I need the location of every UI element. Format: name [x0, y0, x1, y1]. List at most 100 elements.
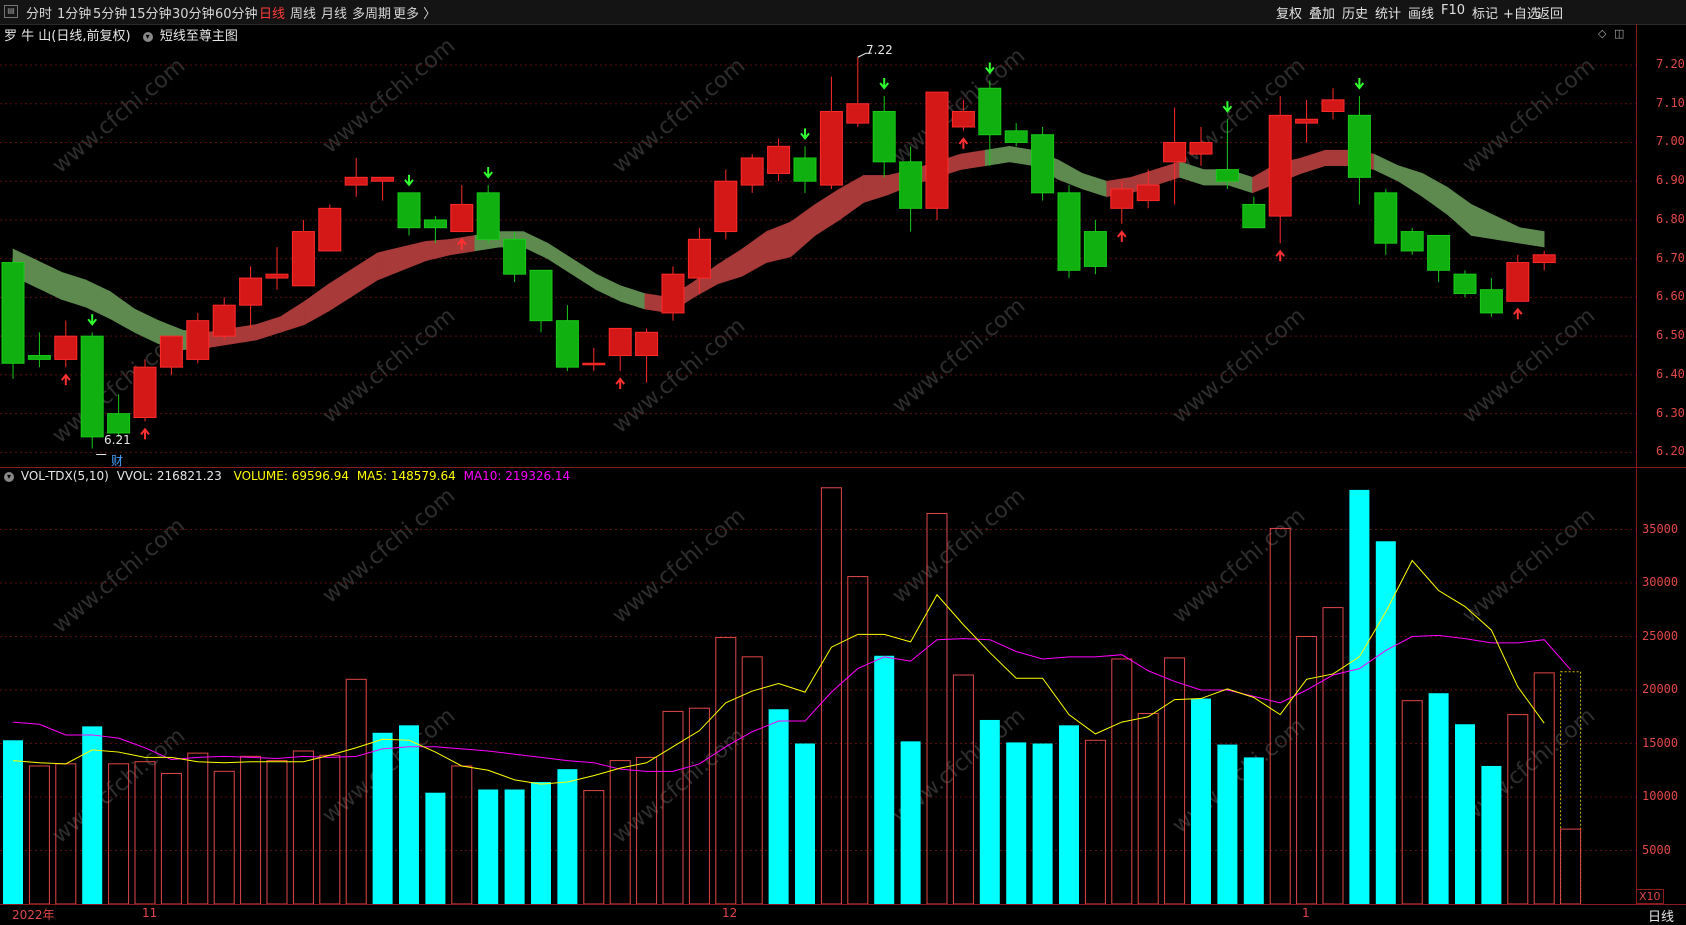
candle-body	[1057, 192, 1081, 271]
period-toolbar: ▤ 分时 1分钟 5分钟 15分钟 30分钟 60分钟 日线 周线 月线 多周期…	[0, 0, 1686, 25]
date-label-nov: 11	[142, 906, 158, 920]
period-tab-15min[interactable]: 15分钟	[129, 3, 172, 22]
draw-line-button[interactable]: 画线	[1408, 3, 1434, 22]
watermark-text: www.cfchi.com	[318, 33, 460, 158]
mark-button[interactable]: 标记	[1472, 3, 1498, 22]
trend-band-segment	[401, 240, 427, 271]
volume-bar-down	[1481, 765, 1502, 904]
candle-body	[239, 277, 263, 306]
candle	[265, 247, 289, 290]
candle-body	[793, 157, 817, 182]
candle	[740, 154, 764, 193]
buy-arrow-icon	[1275, 249, 1285, 262]
buy-arrow-icon	[958, 137, 969, 149]
period-tab-multi[interactable]: 多周期	[352, 3, 391, 22]
add-watchlist-button[interactable]: +自选	[1503, 3, 1540, 22]
candle-body	[133, 366, 157, 419]
volume-bar-up	[1084, 739, 1106, 904]
period-tab-60min[interactable]: 60分钟	[215, 3, 258, 22]
period-tab-timeshare[interactable]: 分时	[26, 3, 52, 22]
candle-body	[1215, 169, 1239, 182]
price-axis-label: 6.50	[1656, 328, 1685, 343]
period-indicator[interactable]: 日线	[1648, 906, 1674, 925]
volume-bar-up	[715, 637, 737, 904]
chart-canvas[interactable]: www.cfchi.com www.cfchi.com www.cfchi.com w…	[0, 24, 1636, 904]
volume-bar-up	[1137, 713, 1159, 904]
candle-body	[872, 110, 896, 163]
candle	[159, 335, 183, 375]
back-button[interactable]: 返回	[1537, 3, 1563, 22]
candle-body	[1321, 99, 1345, 112]
trend-band-segment	[1057, 159, 1083, 190]
period-tab-monthly[interactable]: 月线	[321, 3, 347, 22]
volume-bar-down	[1059, 725, 1079, 904]
volume-bar-down	[1217, 744, 1238, 904]
period-tab-5min[interactable]: 5分钟	[93, 3, 127, 22]
period-tab-daily[interactable]: 日线	[259, 3, 285, 22]
candle	[212, 297, 236, 341]
stats-button[interactable]: 统计	[1375, 3, 1401, 22]
adjust-button[interactable]: 复权	[1276, 3, 1302, 22]
trend-band-segment	[523, 231, 549, 260]
trend-band-segment	[134, 308, 160, 345]
low-price-label: 6.21	[104, 433, 131, 447]
volume-bar-up	[451, 765, 473, 904]
candle	[1374, 188, 1398, 255]
watermark-text: www.cfchi.com	[608, 723, 750, 848]
volume-bar-up	[319, 754, 341, 904]
trend-band-segment	[61, 271, 87, 308]
history-button[interactable]: 历史	[1342, 3, 1368, 22]
period-tab-30min[interactable]: 30分钟	[172, 3, 215, 22]
buy-arrow-icon	[1117, 230, 1127, 242]
buy-arrow-icon	[1513, 307, 1523, 320]
candle	[1347, 95, 1371, 205]
candle-body	[80, 335, 104, 438]
zoom-badge[interactable]: X10	[1636, 889, 1664, 904]
axis-settings-icon[interactable]: ◫	[1614, 27, 1624, 40]
candle-body	[1400, 231, 1424, 252]
buy-arrow-icon	[61, 373, 71, 386]
candle	[80, 332, 104, 449]
candle-body	[978, 87, 1002, 136]
volume-bar-down	[1243, 757, 1264, 904]
candle	[344, 157, 368, 197]
trend-band-segment	[352, 252, 378, 297]
candle-body	[608, 327, 632, 357]
volume-bar-up	[187, 752, 209, 904]
price-axis-label: 6.70	[1656, 250, 1685, 265]
candle	[239, 266, 263, 329]
candle-body	[899, 161, 923, 209]
candle-body	[107, 413, 131, 434]
candle	[1057, 185, 1081, 279]
candle	[1506, 254, 1530, 302]
watermark-text: www.cfchi.com	[1458, 703, 1600, 828]
volume-ma-lines	[12, 559, 1571, 785]
watermark-text: www.cfchi.com	[48, 53, 190, 178]
candle-body	[1, 262, 25, 364]
candle-body	[1083, 231, 1107, 267]
period-tab-weekly[interactable]: 周线	[290, 3, 316, 22]
candle	[371, 176, 395, 201]
volume-bar-up	[240, 755, 262, 904]
volume-bar-up	[583, 790, 605, 904]
candle-body	[740, 157, 764, 186]
candle-body	[1295, 118, 1319, 124]
period-tab-1min[interactable]: 1分钟	[57, 3, 91, 22]
buy-arrow-icon	[140, 427, 150, 440]
f10-button[interactable]: F10	[1441, 3, 1465, 18]
sell-arrow-icon	[483, 167, 493, 179]
candle-body	[1004, 130, 1028, 143]
menu-toggle-icon[interactable]: ▤	[4, 5, 18, 18]
trend-band-segment	[1325, 149, 1351, 167]
overlay-button[interactable]: 叠加	[1309, 3, 1335, 22]
candle-body	[1347, 114, 1371, 178]
chart-options-icon[interactable]: ◇	[1598, 27, 1606, 40]
period-tab-more[interactable]: 更多 〉	[393, 3, 436, 22]
volume-bar-down	[372, 732, 393, 904]
trend-band-segment	[596, 273, 621, 302]
volume-bar-down	[531, 782, 551, 904]
volume-bar-up	[160, 772, 182, 904]
high-marker: 7.22	[866, 43, 893, 57]
volume-bar-up	[1322, 607, 1344, 904]
volume-axis-label: 20000	[1642, 682, 1679, 696]
